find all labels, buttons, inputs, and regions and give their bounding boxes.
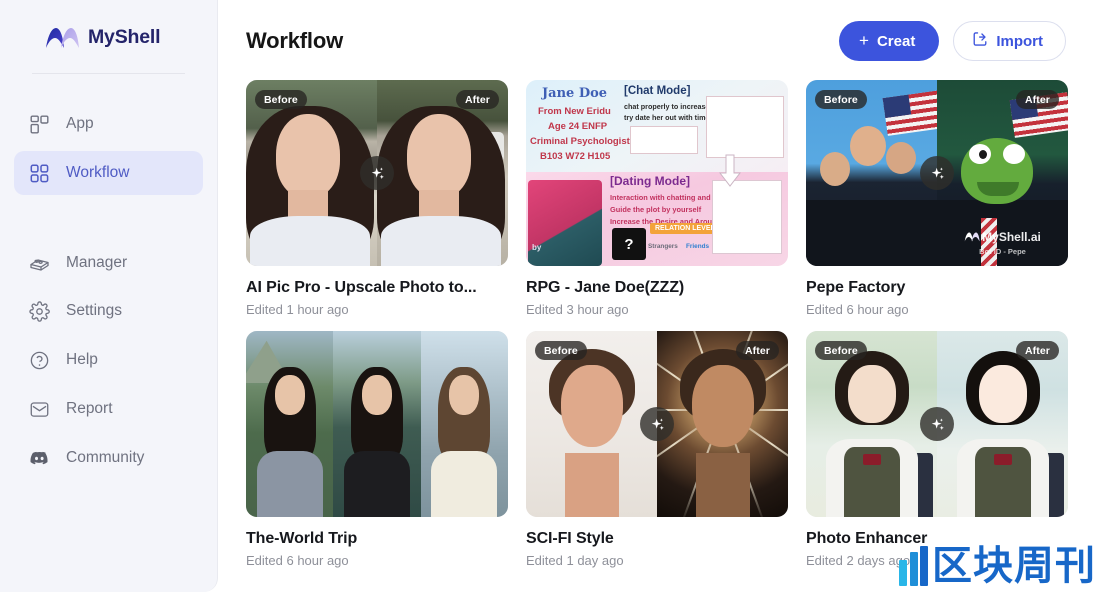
gear-icon [28,300,50,322]
sidebar: MyShell App Workflow Manager Settings He… [0,0,218,592]
page-title: Workflow [246,28,343,53]
workflow-grid-icon [28,162,50,184]
thumbnail-panel [246,331,334,517]
workflow-grid: Before After AI Pic Pro - Upscale Photo … [246,80,1068,568]
sparkle-icon [640,407,674,441]
card-title: Photo Enhancer [806,530,928,547]
workflow-card[interactable]: Before After AI Pic Pro - Upscale Photo … [246,80,508,317]
thumbnail-panel [333,331,421,517]
thumb-by-line: by [532,243,542,252]
thumbnail-panel [420,331,508,517]
thumb-job: Criminal Psychologist [530,136,630,147]
after-badge: After [1015,90,1059,109]
sparkle-icon [360,156,394,190]
thumb-stats: B103 W72 H105 [540,151,611,162]
card-meta: Edited 1 hour ago [246,302,349,317]
card-title: The-World Trip [246,530,358,547]
thumb-friends: Friends [686,243,710,250]
sidebar-primary-nav: App Workflow [0,102,217,195]
brand-name: MyShell [88,26,161,48]
thumb-anime-art [528,180,602,266]
sidebar-item-settings[interactable]: Settings [14,289,203,333]
sidebar-item-help[interactable]: Help [14,338,203,382]
plus-icon: + [859,30,869,50]
before-badge: Before [255,90,307,109]
import-upload-icon [972,31,988,51]
sidebar-item-workflow[interactable]: Workflow [14,151,203,195]
create-button-label: Creat [876,32,916,50]
sidebar-item-label: Workflow [66,164,130,181]
toolbar-actions: + Creat Import [839,21,1066,61]
card-thumbnail[interactable]: Before After [806,331,1068,517]
sparkle-icon [920,156,954,190]
thumb-bot-id: Bot ID - Pepe [979,247,1026,256]
workflow-card[interactable]: Before After SCI-FI Style Edited 1 day a… [526,331,788,568]
card-thumbnail[interactable]: Before After [526,331,788,517]
envelope-icon [28,398,50,420]
thumb-character-name: Jane Doe [542,86,608,101]
sidebar-divider [32,73,185,74]
card-meta: Edited 3 hour ago [526,302,629,317]
thumb-chat-screenshot [706,96,784,158]
thumb-down-arrow-icon [718,154,742,193]
sparkle-icon [920,407,954,441]
import-button[interactable]: Import [953,21,1066,61]
lego-brick-icon [28,252,50,274]
main-content: Workflow + Creat Import Before After AI … [218,0,1102,592]
sidebar-item-manager[interactable]: Manager [14,241,203,285]
sidebar-item-label: App [66,115,94,132]
card-meta: Edited 6 hour ago [246,553,349,568]
after-badge: After [735,341,779,360]
question-circle-icon [28,349,50,371]
brand-logo[interactable]: MyShell [0,0,217,49]
workflow-card[interactable]: Before After Photo Enhancer Edited 2 day… [806,331,1068,568]
card-thumbnail[interactable] [246,331,508,517]
app-grid-icon [28,113,50,135]
sidebar-item-label: Settings [66,302,123,319]
sidebar-item-report[interactable]: Report [14,387,203,431]
sidebar-item-label: Manager [66,254,128,271]
sidebar-secondary-nav: Manager Settings Help Report Community [0,241,217,480]
myshell-wave-logo-icon [46,27,79,49]
thumb-question-box: ? [612,228,646,260]
card-meta: Edited 2 days ago [806,553,911,568]
card-thumbnail[interactable]: Before After [246,80,508,266]
before-badge: Before [815,90,867,109]
thumb-chat-mode: [Chat Mode] [624,85,691,97]
discord-icon [28,447,50,469]
create-button[interactable]: + Creat [839,21,940,61]
thumb-strangers: Strangers [648,243,678,250]
card-title: AI Pic Pro - Upscale Photo to... [246,279,477,296]
workflow-card[interactable]: MyShell.ai Bot ID - Pepe Before After Pe… [806,80,1068,317]
thumb-age: Age 24 ENFP [548,121,608,132]
after-badge: After [455,90,499,109]
sidebar-item-app[interactable]: App [14,102,203,146]
after-badge: After [1015,341,1059,360]
import-button-label: Import [996,32,1043,50]
thumb-myshell-watermark: MyShell.ai [964,230,1041,244]
card-title: SCI-FI Style [526,530,614,547]
card-meta: Edited 1 day ago [526,553,624,568]
card-title: Pepe Factory [806,279,906,296]
sidebar-item-label: Help [66,351,98,368]
before-badge: Before [535,341,587,360]
app-root: MyShell App Workflow Manager Settings He… [0,0,1102,592]
thumb-chat-screenshot-small [630,126,698,154]
before-badge: Before [815,341,867,360]
card-thumbnail[interactable]: MyShell.ai Bot ID - Pepe Before After [806,80,1068,266]
thumb-dating-line2: Guide the plot by yourself [610,205,702,214]
card-meta: Edited 6 hour ago [806,302,909,317]
toolbar: Workflow + Creat Import [246,0,1066,78]
thumb-origin: From New Eridu [538,106,611,117]
thumb-dating-mode: [Dating Mode] [610,174,690,188]
card-thumbnail[interactable]: Jane Doe From New Eridu Age 24 ENFP Crim… [526,80,788,266]
sidebar-item-label: Community [66,449,145,466]
workflow-card[interactable]: The-World Trip Edited 6 hour ago [246,331,508,568]
card-title: RPG - Jane Doe(ZZZ) [526,279,685,296]
workflow-card[interactable]: Jane Doe From New Eridu Age 24 ENFP Crim… [526,80,788,317]
sidebar-item-community[interactable]: Community [14,436,203,480]
thumb-myshell-watermark-text: MyShell.ai [982,230,1041,244]
sidebar-item-label: Report [66,400,113,417]
